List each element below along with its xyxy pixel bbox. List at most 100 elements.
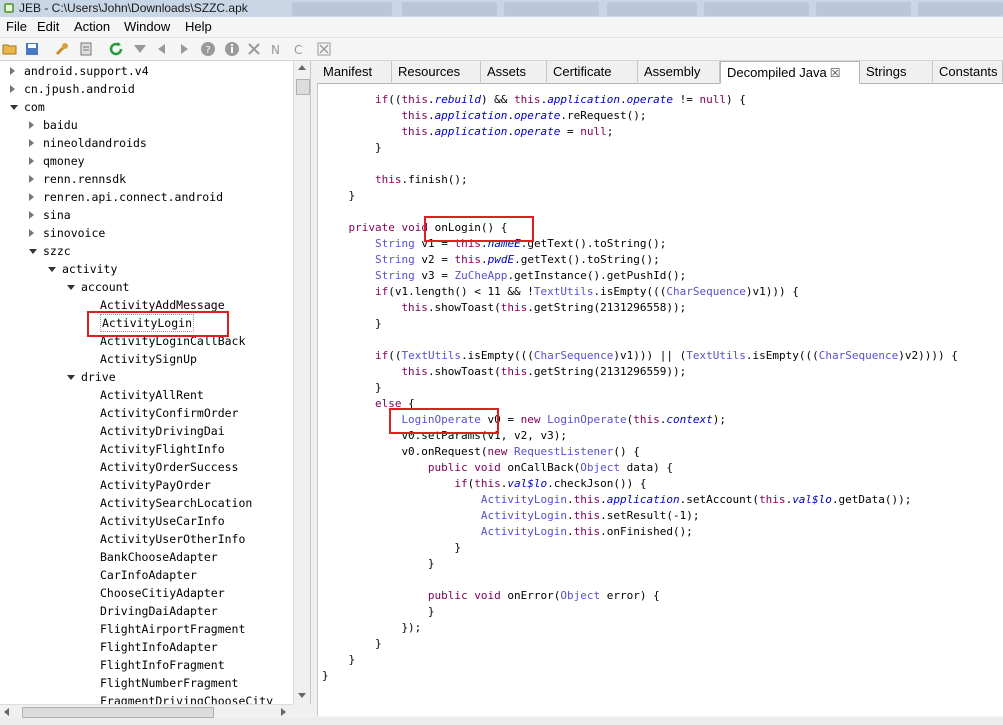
expanded-arrow-icon[interactable] [10, 105, 18, 110]
tree-item[interactable]: ActivityDrivingDai [100, 422, 225, 440]
tree-item[interactable]: sina [43, 206, 71, 224]
title-bar: JEB - C:\Users\John\Downloads\SZZC.apk [0, 0, 1003, 17]
view-tabs: Manifest Resources Assets Certificate Assemb… [317, 61, 1003, 84]
highlight-box-activitylogin [87, 311, 229, 337]
scroll-left-icon[interactable] [4, 708, 9, 716]
tree-vertical-scrollbar[interactable] [293, 61, 310, 704]
tree-item[interactable]: nineoldandroids [43, 134, 147, 152]
expanded-arrow-icon[interactable] [67, 375, 75, 380]
horizontal-scroll-thumb[interactable] [22, 707, 214, 718]
tab-strings[interactable]: Strings [860, 61, 933, 82]
tree-item[interactable]: BankChooseAdapter [100, 548, 218, 566]
tree-item[interactable]: cn.jpush.android [24, 80, 135, 98]
tree-item[interactable]: ActivityAllRent [100, 386, 204, 404]
code-line: this.showToast(this.getString(2131296558… [401, 301, 687, 314]
code-line: String v2 = this.pwdE.getText().toString… [374, 253, 660, 266]
tree-item[interactable]: FragmentDrivingChooseCity [100, 692, 273, 704]
expanded-arrow-icon[interactable] [67, 285, 75, 290]
code-line: } [374, 381, 382, 394]
tree-item[interactable]: renren.api.connect.android [43, 188, 223, 206]
menu-action[interactable]: Action [74, 19, 110, 34]
expanded-arrow-icon[interactable] [29, 249, 37, 254]
tree-item[interactable]: FlightInfoAdapter [100, 638, 218, 656]
tree-item[interactable]: com [24, 98, 45, 116]
expanded-arrow-icon[interactable] [48, 267, 56, 272]
menu-file[interactable]: File [6, 19, 27, 34]
tab-label: Certificate [553, 64, 612, 79]
tree-item[interactable]: baidu [43, 116, 78, 134]
tree-item[interactable]: ActivityUserOtherInfo [100, 530, 245, 548]
tree-item[interactable]: android.support.v4 [24, 62, 149, 80]
refresh-icon[interactable] [108, 41, 124, 57]
tree-item[interactable]: ActivityConfirmOrder [100, 404, 238, 422]
tab-certificate[interactable]: Certificate [547, 61, 638, 82]
cross-reference-icon[interactable] [246, 41, 262, 57]
open-folder-icon[interactable] [2, 41, 18, 57]
tree-item[interactable]: szzc [43, 242, 71, 260]
code-line: this.finish(); [374, 173, 468, 186]
scroll-right-icon[interactable] [281, 708, 286, 716]
tree-item[interactable]: FlightInfoFragment [100, 656, 225, 674]
tab-assembly[interactable]: Assembly [638, 61, 720, 82]
collapsed-arrow-icon[interactable] [29, 211, 34, 219]
tab-constants[interactable]: Constants [933, 61, 1003, 82]
tree-item[interactable]: ActivitySearchLocation [100, 494, 252, 512]
save-icon[interactable] [24, 41, 40, 57]
tree-item[interactable]: sinovoice [43, 224, 105, 242]
menu-edit[interactable]: Edit [37, 19, 59, 34]
tree-item[interactable]: ActivityOrderSuccess [100, 458, 238, 476]
tree-item[interactable]: ActivityPayOrder [100, 476, 211, 494]
tree-item[interactable]: qmoney [43, 152, 85, 170]
tree-item[interactable]: renn.rennsdk [43, 170, 126, 188]
wrench-icon[interactable] [54, 41, 70, 57]
close-tab-icon[interactable]: ☒ [830, 66, 841, 80]
scroll-up-icon[interactable] [298, 65, 306, 70]
tree-item[interactable]: CarInfoAdapter [100, 566, 197, 584]
info-icon[interactable] [224, 41, 240, 57]
tab-assets[interactable]: Assets [481, 61, 547, 82]
tree-item[interactable]: FlightNumberFragment [100, 674, 238, 692]
scroll-down-icon[interactable] [298, 693, 306, 698]
menu-help[interactable]: Help [185, 19, 212, 34]
collapsed-arrow-icon[interactable] [29, 175, 34, 183]
tree-horizontal-scrollbar[interactable] [0, 704, 293, 719]
tree-item[interactable]: ChooseCitiyAdapter [100, 584, 225, 602]
comment-icon[interactable]: C [292, 41, 308, 57]
scroll-thumb[interactable] [296, 79, 310, 95]
tree-item[interactable]: ActivitySignUp [100, 350, 197, 368]
collapsed-arrow-icon[interactable] [29, 229, 34, 237]
code-line: this.application.operate.reRequest(); [401, 109, 647, 122]
collapsed-arrow-icon[interactable] [29, 121, 34, 129]
collapsed-arrow-icon[interactable] [10, 85, 15, 93]
collapsed-arrow-icon[interactable] [29, 157, 34, 165]
code-line: this.application.operate = null; [401, 125, 614, 138]
code-line: if((this.rebuild) && this.application.op… [374, 93, 746, 106]
tree-item[interactable]: drive [81, 368, 116, 386]
tree-item[interactable]: ActivityFlightInfo [100, 440, 225, 458]
code-line: }); [401, 621, 422, 634]
forward-arrow-icon[interactable] [176, 41, 192, 57]
tree-item[interactable]: DrivingDaiAdapter [100, 602, 218, 620]
collapsed-arrow-icon[interactable] [10, 67, 15, 75]
tab-decompiled-java[interactable]: Decompiled Java ☒ [720, 61, 860, 84]
help-icon[interactable]: ? [200, 41, 216, 57]
decompiled-java-editor[interactable]: if((this.rebuild) && this.application.op… [317, 84, 1003, 716]
tab-label: Strings [866, 64, 907, 79]
collapsed-arrow-icon[interactable] [29, 139, 34, 147]
code-line: if(v1.length() < 11 && !TextUtils.isEmpt… [374, 285, 799, 298]
tree-item[interactable]: account [81, 278, 129, 296]
tab-resources[interactable]: Resources [392, 61, 481, 82]
tab-manifest[interactable]: Manifest [317, 61, 392, 82]
menu-window[interactable]: Window [124, 19, 170, 34]
tree-item[interactable]: ActivityUseCarInfo [100, 512, 225, 530]
collapsed-arrow-icon[interactable] [29, 193, 34, 201]
code-line: v0.onRequest(new RequestListener() { [401, 445, 640, 458]
tree-item[interactable]: activity [62, 260, 117, 278]
code-line: String v3 = ZuCheApp.getInstance().getPu… [374, 269, 687, 282]
filter-icon[interactable] [132, 41, 148, 57]
close-all-icon[interactable] [316, 41, 332, 57]
export-icon[interactable] [78, 41, 94, 57]
tree-item[interactable]: FlightAirportFragment [100, 620, 245, 638]
rename-icon[interactable]: N [268, 41, 284, 57]
back-arrow-icon[interactable] [154, 41, 170, 57]
